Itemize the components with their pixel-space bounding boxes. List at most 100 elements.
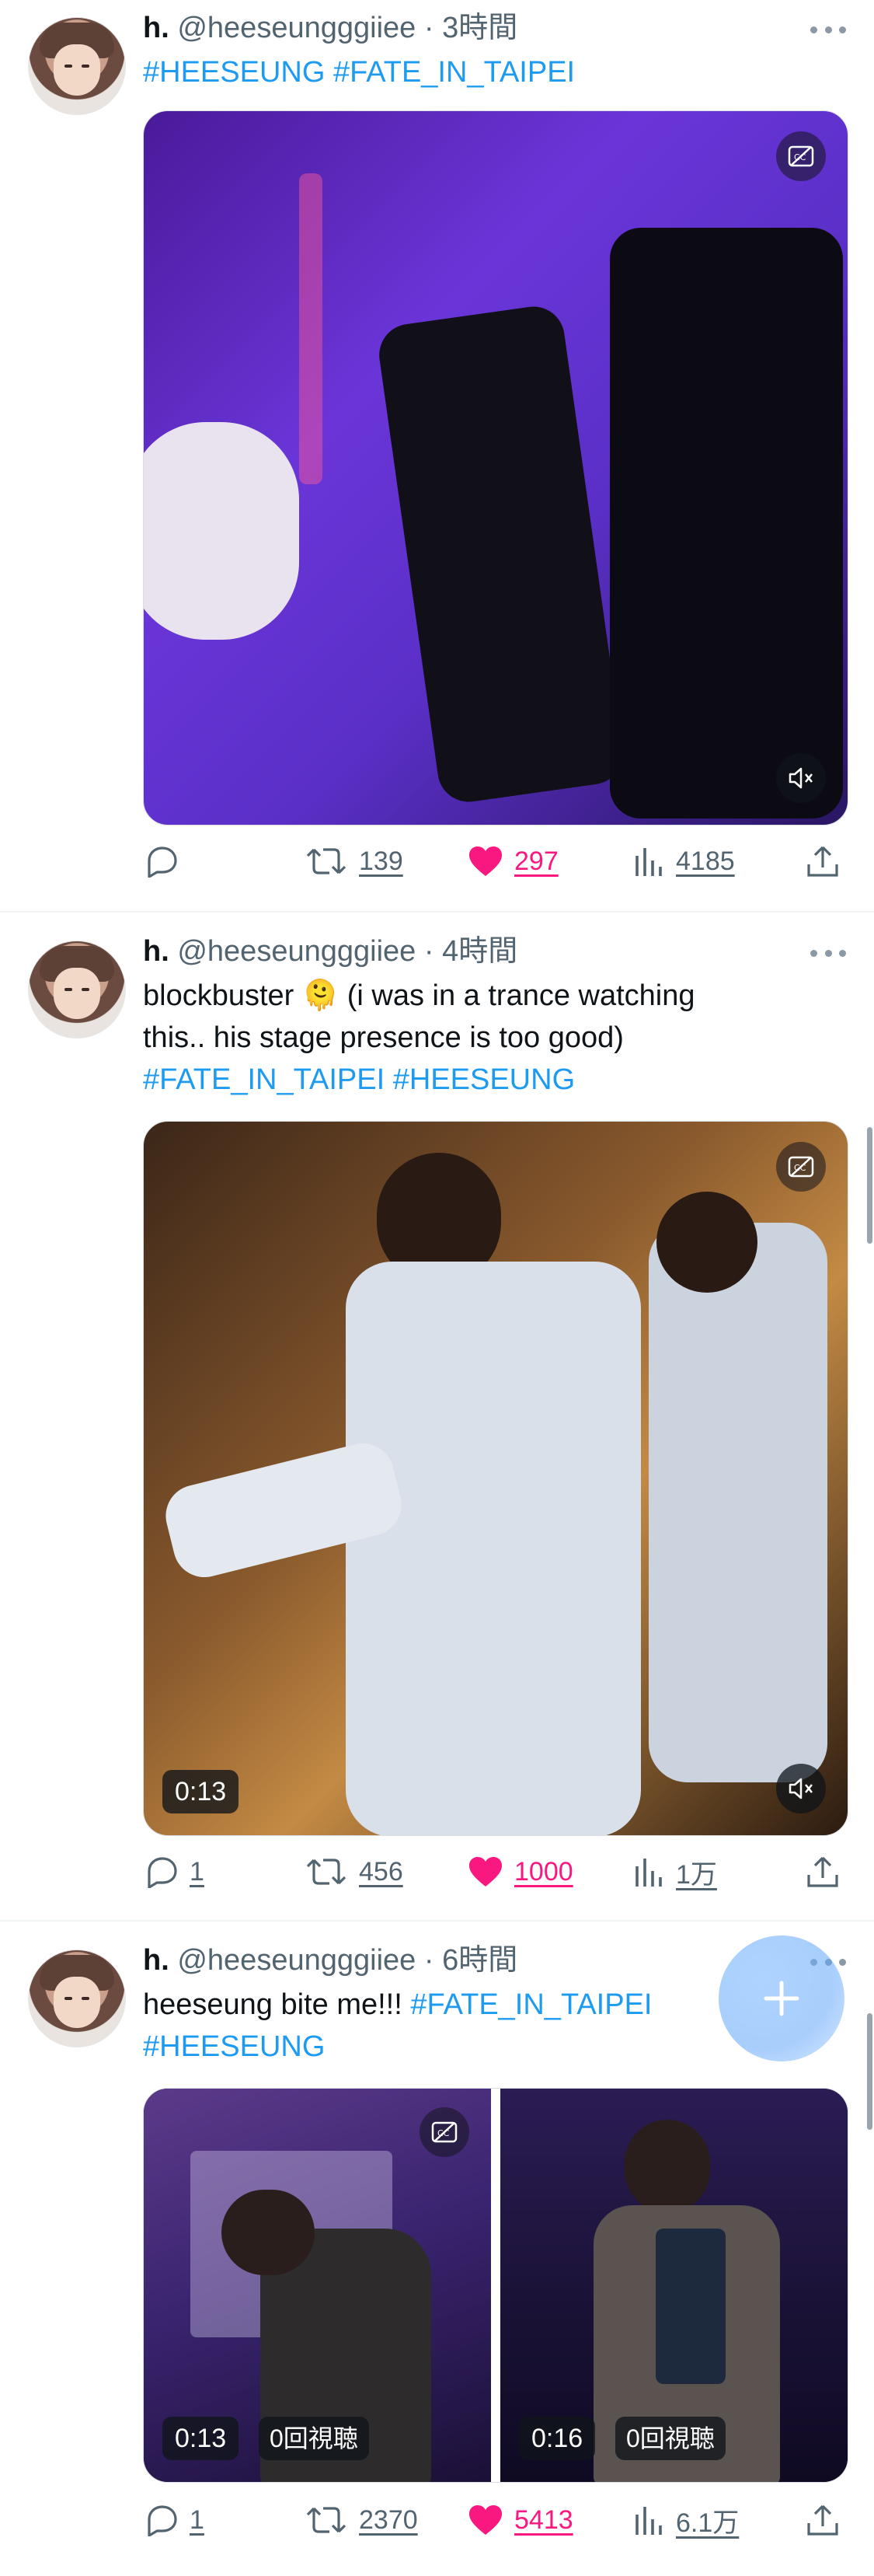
display-name[interactable]: h. <box>143 935 169 968</box>
tweet-1[interactable]: h. @heeseungggiiee · 3時間 #HEESEUNG #FATE… <box>0 0 874 911</box>
tweet-2[interactable]: h. @heeseungggiiee · 4時間 blockbuster 🫠 (… <box>0 913 874 1920</box>
reply-button[interactable] <box>143 838 190 885</box>
reply-icon <box>148 1857 177 1888</box>
share-icon <box>807 1856 838 1887</box>
share-button[interactable] <box>805 1848 841 1895</box>
performer-figure <box>649 1223 827 1782</box>
performer-figure <box>221 2190 315 2275</box>
video-views: 0回視聴 <box>615 2417 726 2460</box>
performer-figure <box>346 1262 641 1835</box>
hashtag[interactable]: #HEESEUNG <box>393 1063 575 1096</box>
compose-button[interactable] <box>719 1935 844 2061</box>
svg-text:CC: CC <box>794 1163 806 1173</box>
reply-button[interactable]: 1 <box>143 2497 204 2543</box>
retweet-icon <box>306 848 346 874</box>
performer-figure <box>144 422 299 640</box>
avatar[interactable] <box>28 1949 126 2047</box>
hashtag[interactable]: #FATE_IN_TAIPEI <box>143 1063 385 1096</box>
display-name[interactable]: h. <box>143 1944 169 1977</box>
like-count: 1000 <box>514 1856 573 1887</box>
views-icon <box>635 1859 662 1887</box>
video-player[interactable]: CC 0:13 0回視聴 <box>144 2089 491 2482</box>
views-count: 6.1万 <box>676 2508 740 2538</box>
like-button[interactable]: 5413 <box>468 2497 573 2543</box>
views-icon <box>635 2507 662 2535</box>
hashtag[interactable]: #FATE_IN_TAIPEI <box>410 1988 652 2021</box>
video-player[interactable]: CC <box>143 110 848 826</box>
views-button[interactable]: 4185 <box>632 838 735 885</box>
like-button[interactable]: 297 <box>468 838 559 885</box>
heart-icon <box>469 1857 502 1887</box>
views-icon <box>635 848 662 876</box>
views-count: 4185 <box>676 846 735 876</box>
more-icon[interactable] <box>810 22 846 37</box>
user-handle[interactable]: @heeseungggiiee <box>177 12 416 44</box>
share-icon <box>807 846 838 877</box>
scrollbar[interactable] <box>867 2013 872 2130</box>
retweet-button[interactable]: 139 <box>305 838 403 885</box>
captions-icon[interactable]: CC <box>776 1142 826 1192</box>
tweet-header: h. @heeseungggiiee · 4時間 <box>143 931 846 972</box>
timestamp[interactable]: 3時間 <box>442 12 517 44</box>
heart-icon <box>469 2505 502 2535</box>
share-button[interactable] <box>805 2497 841 2543</box>
performer-figure <box>610 228 843 819</box>
separator-dot: · <box>423 935 434 968</box>
hashtag[interactable]: #FATE_IN_TAIPEI <box>333 56 575 89</box>
user-handle[interactable]: @heeseungggiiee <box>177 1944 416 1977</box>
reply-count: 1 <box>190 1856 204 1887</box>
views-count: 1万 <box>676 1859 717 1890</box>
timestamp[interactable]: 4時間 <box>442 935 517 968</box>
retweet-button[interactable]: 2370 <box>305 2497 418 2543</box>
timestamp[interactable]: 6時間 <box>442 1944 517 1977</box>
reply-icon <box>148 846 177 878</box>
hashtag[interactable]: #HEESEUNG <box>143 56 325 89</box>
retweet-button[interactable]: 456 <box>305 1848 403 1895</box>
video-player[interactable]: 0:16 0回視聴 <box>500 2089 848 2482</box>
tweet-text-line: this.. his stage presence is too good) <box>143 1021 624 1054</box>
captions-icon[interactable]: CC <box>776 131 826 181</box>
performer-figure <box>375 302 627 806</box>
tweet-header: h. @heeseungggiiee · 3時間 <box>143 8 846 48</box>
tweet-text-line: heeseung bite me!!! <box>143 1988 402 2021</box>
reply-button[interactable]: 1 <box>143 1848 204 1895</box>
like-count: 297 <box>514 846 559 876</box>
tweet-text: #HEESEUNG #FATE_IN_TAIPEI <box>143 51 846 93</box>
mute-icon[interactable] <box>776 753 826 803</box>
video-player[interactable]: CC 0:13 <box>143 1121 848 1836</box>
video-duration: 0:16 <box>519 2417 596 2460</box>
like-count: 5413 <box>514 2504 573 2535</box>
media-grid: CC 0:13 0回視聴 0:16 0回視聴 <box>143 2088 848 2483</box>
like-button[interactable]: 1000 <box>468 1848 573 1895</box>
hashtag[interactable]: #HEESEUNG <box>143 2030 325 2063</box>
captions-icon[interactable]: CC <box>420 2107 469 2157</box>
views-button[interactable]: 1万 <box>632 1848 717 1895</box>
mute-icon[interactable] <box>776 1764 826 1813</box>
stage-light <box>299 173 322 484</box>
reply-count: 1 <box>190 2504 204 2535</box>
display-name[interactable]: h. <box>143 12 169 44</box>
retweet-count: 139 <box>359 846 403 876</box>
share-icon <box>807 2504 838 2536</box>
svg-text:CC: CC <box>437 2128 450 2138</box>
avatar[interactable] <box>28 941 126 1038</box>
avatar[interactable] <box>28 17 126 115</box>
heart-icon <box>469 846 502 876</box>
views-button[interactable]: 6.1万 <box>632 2497 739 2543</box>
reply-icon <box>148 2505 177 2536</box>
user-handle[interactable]: @heeseungggiiee <box>177 935 416 968</box>
video-views: 0回視聴 <box>259 2417 369 2460</box>
share-button[interactable] <box>805 838 841 885</box>
video-duration: 0:13 <box>162 1770 239 1813</box>
tweet-actions: 139 297 4185 <box>143 838 847 885</box>
retweet-count: 456 <box>359 1856 403 1887</box>
tweet-text-line: blockbuster 🫠 (i was in a trance watchin… <box>143 979 695 1012</box>
scrollbar[interactable] <box>867 1127 872 1244</box>
video-duration: 0:13 <box>162 2417 239 2460</box>
performer-figure <box>625 2120 710 2213</box>
separator-dot: · <box>423 1944 434 1977</box>
shirt <box>656 2229 726 2384</box>
shadow <box>656 1192 757 1293</box>
more-icon[interactable] <box>810 945 846 961</box>
tweet-actions: 1 2370 5413 6.1万 <box>143 2497 847 2543</box>
